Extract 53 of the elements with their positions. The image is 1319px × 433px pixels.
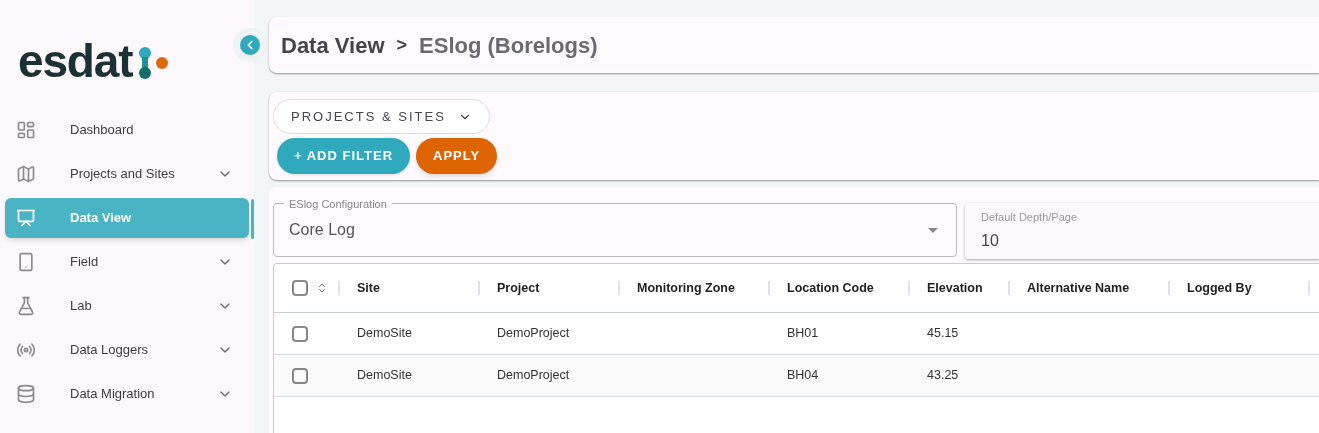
sidebar-item[interactable]: Field	[5, 242, 249, 282]
column-header[interactable]: Location Code	[787, 278, 908, 298]
breadcrumb-separator: >	[396, 33, 408, 57]
sidebar-item[interactable]: Data Loggers	[5, 330, 249, 370]
column-header[interactable]: Monitoring Zone	[637, 278, 768, 298]
sort-icon	[316, 282, 328, 294]
field-value: 10	[981, 230, 1000, 251]
column-header[interactable]: Alternative Name	[1027, 278, 1168, 298]
depth-field[interactable]: Default Depth/Page 10	[965, 203, 1319, 259]
sidebar-label: Data Migration	[70, 385, 156, 404]
sidebar-item[interactable]: Lab	[5, 286, 249, 326]
antenna-icon	[16, 340, 36, 360]
collapse-button[interactable]	[233, 28, 267, 62]
grid-icon	[16, 120, 36, 140]
sidebar-item[interactable]: Data Migration	[5, 374, 249, 414]
table-cell: DemoSite	[357, 326, 412, 341]
select-all-checkbox[interactable]	[292, 280, 308, 296]
sidebar-item[interactable]: Dashboard	[5, 110, 249, 150]
table-cell: DemoSite	[357, 368, 412, 383]
row-checkbox[interactable]	[292, 325, 308, 342]
row-checkbox[interactable]	[292, 367, 308, 384]
sidebar-label: Projects and Sites	[70, 165, 176, 184]
column-header[interactable]: Elevation	[927, 278, 1008, 298]
logo-text: esdat	[18, 38, 133, 84]
column-header[interactable]: Project	[497, 278, 618, 298]
logo-icon	[136, 46, 171, 80]
sidebar-label: Data Loggers	[70, 341, 150, 360]
sidebar-label: Dashboard	[70, 121, 135, 140]
breadcrumb-current: ESlog (Borelogs)	[419, 31, 598, 60]
field-label: Default Depth/Page	[981, 210, 1078, 226]
column-header[interactable]: Logged By	[1187, 278, 1308, 298]
sidebar-label: Data View	[70, 209, 133, 228]
chart-icon	[16, 208, 36, 228]
table-cell: DemoProject	[497, 368, 570, 383]
database-icon	[16, 384, 36, 404]
table-cell: BH04	[787, 368, 819, 383]
table-cell: 43.25	[927, 368, 959, 383]
map-icon	[16, 164, 36, 184]
flask-icon	[16, 296, 36, 316]
column-header[interactable]: Site	[357, 278, 478, 298]
table-cell: DemoProject	[497, 326, 570, 341]
active-indicator	[251, 199, 254, 239]
phone-icon	[16, 252, 36, 272]
breadcrumb-parent[interactable]: Data View	[281, 28, 385, 62]
table-cell: BH01	[787, 326, 819, 341]
select-value: Core Log	[289, 220, 356, 240]
table-cell: 45.15	[927, 326, 959, 341]
sidebar-label: Lab	[70, 297, 93, 316]
sidebar-label: Field	[70, 253, 100, 272]
apply-button[interactable]: APPLY	[416, 138, 498, 174]
dropdown-caret-icon	[928, 227, 938, 233]
sidebar-item[interactable]: Projects and Sites	[5, 154, 249, 194]
projects-sites-dropdown[interactable]: PROJECTS & SITES	[273, 99, 490, 134]
